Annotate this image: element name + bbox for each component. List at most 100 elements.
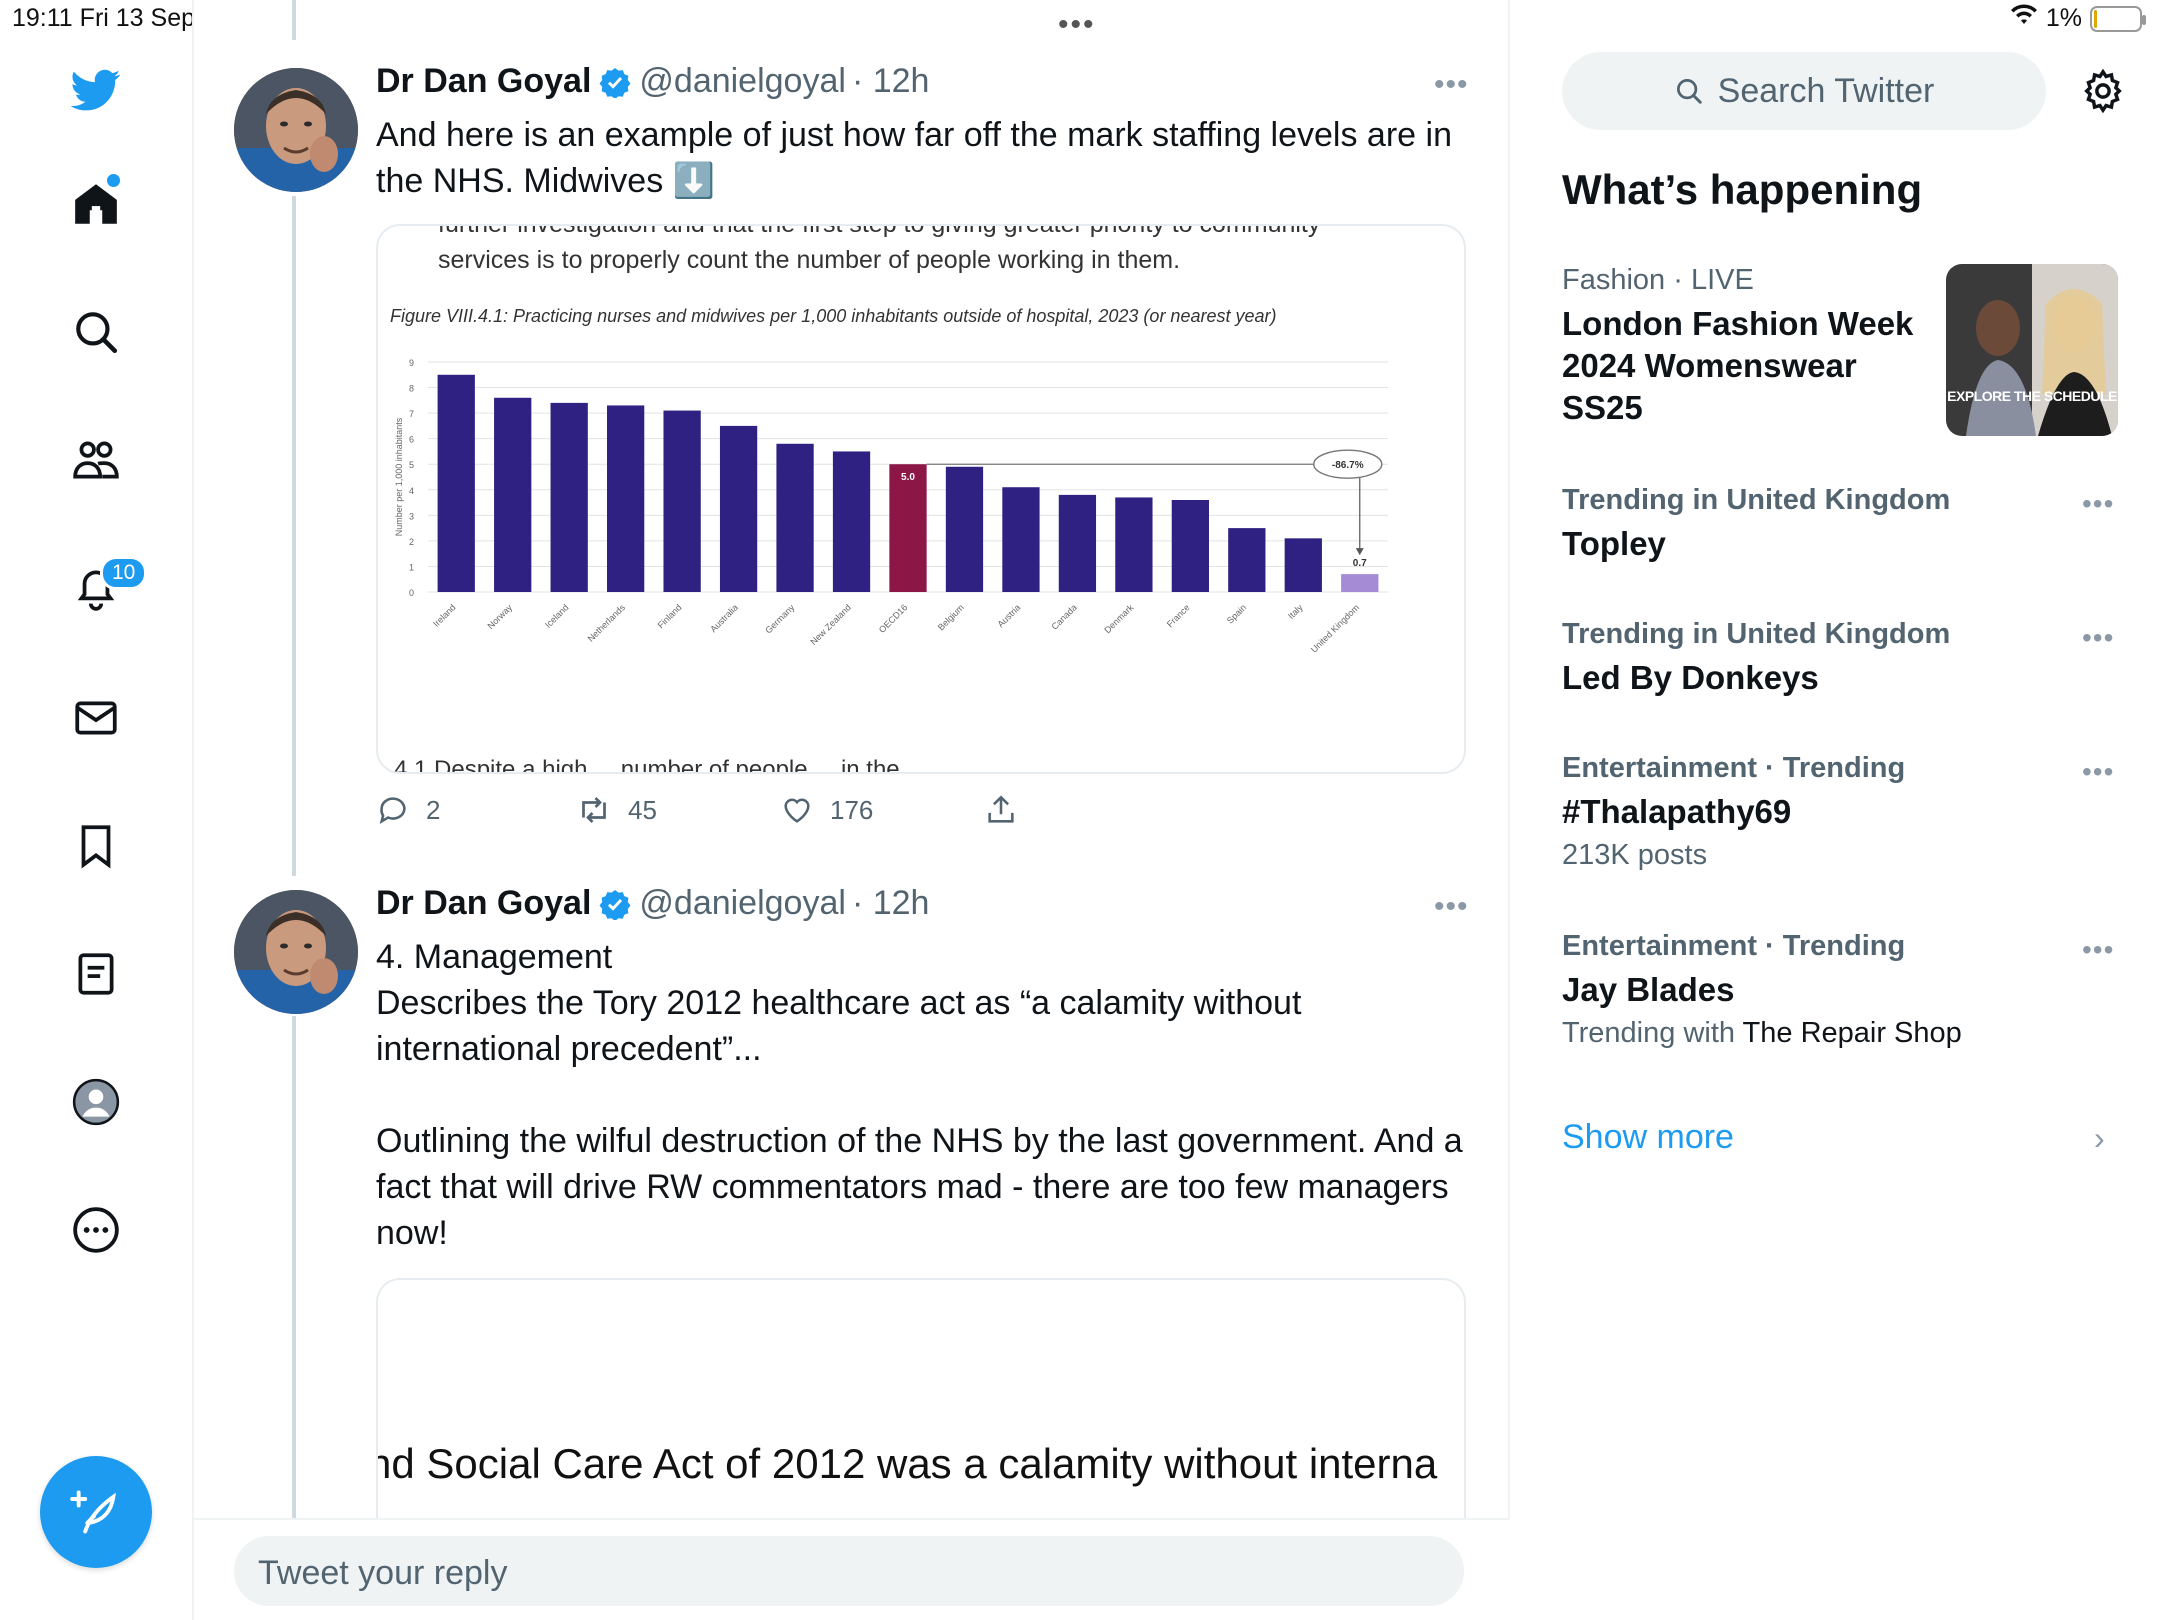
image-text: nd Social Care Act of 2012 was a calamit… bbox=[376, 1440, 1438, 1487]
trend-item[interactable]: Entertainment · Trending #Thalapathy69 2… bbox=[1562, 752, 2122, 872]
thread-line bbox=[292, 1016, 296, 1520]
like-icon bbox=[784, 798, 810, 823]
y-tick-label: 3 bbox=[409, 511, 414, 521]
author-avatar[interactable] bbox=[234, 68, 358, 192]
y-tick-label: 4 bbox=[409, 486, 414, 496]
tweet-more-button[interactable]: ••• bbox=[1434, 890, 1469, 924]
verified-badge-icon bbox=[599, 888, 631, 920]
author-handle[interactable]: @danielgoyal bbox=[639, 62, 846, 101]
trend-post-count: 213K posts bbox=[1562, 839, 1708, 871]
data-label: 0.7 bbox=[1353, 558, 1367, 569]
trend-more-button[interactable]: ••• bbox=[2082, 934, 2114, 966]
more-options-icon[interactable] bbox=[66, 1200, 126, 1260]
y-tick-label: 5 bbox=[409, 460, 414, 470]
author-name[interactable]: Dr Dan Goyal bbox=[376, 884, 591, 923]
chart-bar bbox=[1115, 497, 1153, 592]
right-sidebar: Search Twitter What’s happening Fashion … bbox=[1510, 0, 2160, 1620]
tweet-time[interactable]: · 12h bbox=[852, 884, 930, 923]
trend-item[interactable]: Trending in United Kingdom Led By Donkey… bbox=[1562, 618, 2122, 699]
x-tick-label: Finland bbox=[656, 602, 684, 630]
tweet-image-document[interactable]: nd Social Care Act of 2012 was a calamit… bbox=[376, 1278, 1466, 1538]
reply-icon bbox=[379, 797, 406, 825]
communities-icon[interactable] bbox=[66, 430, 126, 490]
trend-topic: Led By Donkeys bbox=[1562, 659, 1819, 696]
trend-item[interactable]: Trending in United Kingdom Topley bbox=[1562, 484, 2122, 565]
x-tick-label: Netherlands bbox=[586, 602, 628, 644]
x-tick-label: OECD16 bbox=[877, 602, 910, 635]
settings-gear-icon[interactable] bbox=[2080, 68, 2126, 119]
thread-line bbox=[292, 0, 296, 40]
chart-bar bbox=[494, 397, 532, 592]
y-tick-label: 8 bbox=[409, 384, 414, 394]
trend-more-button[interactable]: ••• bbox=[2082, 488, 2114, 520]
search-placeholder: Search Twitter bbox=[1717, 71, 1935, 110]
x-tick-label: Norway bbox=[485, 602, 514, 631]
trend-more-button[interactable]: ••• bbox=[2082, 756, 2114, 788]
y-tick-label: 7 bbox=[409, 409, 414, 419]
bar-chart: 0 1 2 3 4 5 6 7 8 9 Number per 1,000 inhabitants Ir… bbox=[394, 358, 1388, 655]
y-tick-label: 1 bbox=[409, 562, 414, 572]
x-tick-label: Austria bbox=[995, 602, 1022, 629]
profile-icon[interactable] bbox=[66, 1072, 126, 1132]
author-avatar[interactable] bbox=[234, 890, 358, 1014]
share-button[interactable] bbox=[984, 793, 1018, 827]
notifications-badge: 10 bbox=[100, 556, 148, 590]
author-name[interactable]: Dr Dan Goyal bbox=[376, 62, 591, 101]
trend-context: Entertainment · Trending bbox=[1562, 930, 1906, 962]
x-tick-label: France bbox=[1165, 602, 1192, 629]
trend-item[interactable]: Entertainment · Trending Jay Blades Tren… bbox=[1562, 930, 2122, 1050]
trend-more-button[interactable]: ••• bbox=[2082, 622, 2114, 654]
show-more-link[interactable]: Show more bbox=[1562, 1118, 1734, 1157]
trend-context: Entertainment · Trending bbox=[1562, 752, 1906, 784]
trend-topic: Jay Blades bbox=[1562, 971, 1735, 1008]
chart-bar bbox=[607, 405, 645, 592]
tweet-more-button[interactable]: ••• bbox=[1434, 68, 1469, 102]
search-icon bbox=[1676, 79, 1702, 104]
messages-icon[interactable] bbox=[66, 688, 126, 748]
x-tick-label: United Kingdom bbox=[1309, 602, 1361, 654]
search-icon[interactable] bbox=[66, 302, 126, 362]
chart-bar bbox=[1171, 500, 1209, 592]
search-input[interactable]: Search Twitter bbox=[1562, 52, 2046, 130]
trend-topic: #Thalapathy69 bbox=[1562, 793, 1792, 830]
bookmarks-icon[interactable] bbox=[66, 816, 126, 876]
compose-tweet-button[interactable] bbox=[40, 1456, 152, 1568]
reply-input[interactable]: Tweet your reply bbox=[234, 1536, 1464, 1606]
like-count: 176 bbox=[830, 794, 874, 825]
author-handle[interactable]: @danielgoyal bbox=[639, 884, 846, 923]
like-button[interactable]: 176 bbox=[780, 793, 984, 827]
reply-bar: Tweet your reply bbox=[194, 1518, 1510, 1620]
chart-bar bbox=[1002, 487, 1040, 592]
chart-bar bbox=[719, 425, 758, 592]
trend-topic: London Fashion Week 2024 Womenswear SS25 bbox=[1562, 305, 1914, 426]
twitter-logo-icon[interactable] bbox=[66, 60, 126, 120]
annotation-label: -86.7% bbox=[1332, 460, 1364, 471]
chevron-right-icon: › bbox=[2094, 1120, 2105, 1156]
related-topic-link[interactable]: The Repair Shop bbox=[1743, 1017, 1962, 1049]
x-tick-label: Germany bbox=[763, 602, 797, 636]
reply-button[interactable]: 2 bbox=[376, 793, 576, 827]
chart-bar bbox=[1284, 538, 1322, 592]
whats-happening-title: What’s happening bbox=[1562, 166, 1923, 213]
lists-icon[interactable] bbox=[66, 944, 126, 1004]
tweet-time[interactable]: · 12h bbox=[852, 62, 930, 101]
retweet-icon bbox=[582, 797, 606, 823]
trend-item[interactable]: Fashion · LIVE London Fashion Week 2024 … bbox=[1562, 264, 1942, 429]
trend-context: Fashion · LIVE bbox=[1562, 264, 1754, 296]
chart-bar bbox=[1058, 494, 1097, 592]
tweet-image-chart[interactable]: further investigation and that the first… bbox=[376, 224, 1466, 774]
tweet-text: 4. Management Describes the Tory 2012 he… bbox=[376, 938, 1463, 1252]
x-tick-label: Australia bbox=[708, 602, 740, 634]
x-tick-label: Italy bbox=[1286, 602, 1305, 621]
trend-thumbnail[interactable]: EXPLORE THE SCHEDULE bbox=[1946, 264, 2118, 436]
retweet-button[interactable]: 45 bbox=[576, 792, 780, 828]
arrow-head bbox=[1355, 548, 1364, 556]
image-text: services is to properly count the number… bbox=[438, 246, 1181, 274]
x-tick-label: Belgium bbox=[936, 602, 966, 632]
share-icon bbox=[988, 795, 1014, 823]
x-tick-label: Denmark bbox=[1102, 602, 1135, 635]
tweet-thread: Dr Dan Goyal @danielgoyal · 12h ••• And … bbox=[194, 0, 1510, 1620]
chart-bar bbox=[776, 443, 814, 592]
tweet-header: Dr Dan Goyal @danielgoyal · 12h bbox=[376, 884, 929, 923]
thumbnail-label: EXPLORE THE SCHEDULE bbox=[1947, 388, 2117, 404]
